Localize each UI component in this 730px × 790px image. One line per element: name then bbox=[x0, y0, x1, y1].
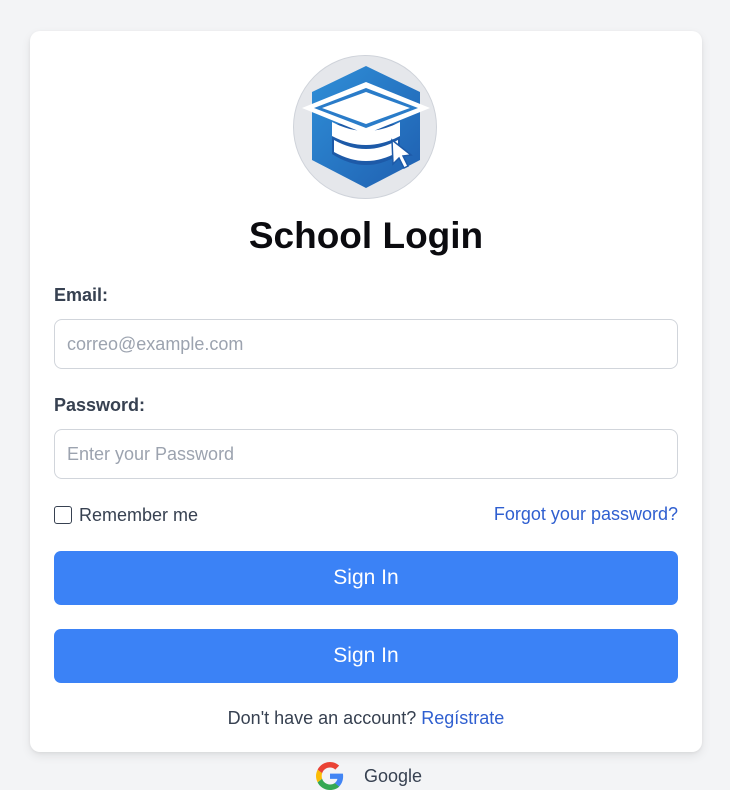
google-signin[interactable]: Google bbox=[316, 762, 422, 790]
password-input[interactable] bbox=[54, 429, 678, 479]
sign-in-button[interactable]: Sign In bbox=[54, 551, 678, 605]
forgot-password-link[interactable]: Forgot your password? bbox=[494, 504, 678, 525]
google-g-icon bbox=[316, 762, 344, 790]
remember-label: Remember me bbox=[79, 504, 199, 525]
email-label: Email: bbox=[54, 285, 109, 305]
page-title: School Login bbox=[248, 215, 484, 256]
school-logo bbox=[293, 55, 437, 199]
email-input[interactable] bbox=[54, 319, 678, 369]
register-link[interactable]: Regístrate bbox=[421, 708, 504, 728]
google-label: Google bbox=[364, 765, 423, 786]
graduation-cap-logo-icon bbox=[302, 66, 430, 188]
signup-row: Don't have an account? Regístrate bbox=[30, 708, 702, 729]
sign-in-button-secondary[interactable]: Sign In bbox=[54, 629, 678, 683]
remember-me[interactable]: Remember me bbox=[54, 504, 198, 526]
remember-checkbox[interactable] bbox=[54, 506, 72, 524]
password-label: Password: bbox=[54, 395, 146, 415]
signup-prompt: Don't have an account? bbox=[227, 708, 417, 728]
login-card: School Login Email: Password: Remember m… bbox=[30, 31, 702, 752]
